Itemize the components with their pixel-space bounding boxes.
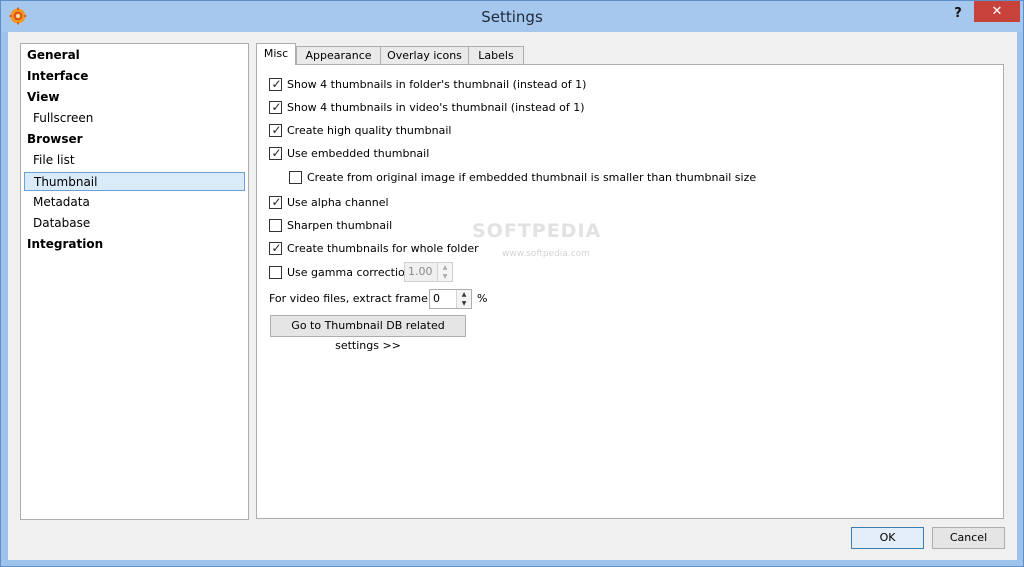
tab-misc[interactable]: Misc <box>256 43 296 65</box>
option-label: Show 4 thumbnails in folder's thumbnail … <box>287 78 587 91</box>
ok-button[interactable]: OK <box>851 527 924 549</box>
checkbox[interactable] <box>269 266 282 279</box>
gamma-value: 1.00 <box>408 265 433 278</box>
close-icon: ✕ <box>991 4 1003 19</box>
checkbox[interactable]: ✓ <box>269 241 282 255</box>
option-label: Use embedded thumbnail <box>287 147 430 160</box>
checkmark-icon: ✓ <box>271 195 282 209</box>
help-button[interactable]: ? <box>945 3 971 25</box>
nav-item-interface[interactable]: Interface <box>27 67 88 86</box>
window-title: Settings <box>481 8 543 26</box>
misc-tab-panel: SOFTPEDIA www.softpedia.com ✓ Show 4 thu… <box>256 64 1004 519</box>
spin-up-icon: ▲ <box>442 264 448 271</box>
nav-item-general[interactable]: General <box>27 46 80 65</box>
title-bar[interactable]: Settings ? ✕ <box>1 1 1023 32</box>
option-label: Show 4 thumbnails in video's thumbnail (… <box>287 101 585 114</box>
nav-item-metadata[interactable]: Metadata <box>33 193 90 212</box>
nav-item-integration[interactable]: Integration <box>27 235 103 254</box>
option-label: Create from original image if embedded t… <box>307 171 757 184</box>
checkmark-icon: ✓ <box>271 77 282 91</box>
tab-appearance[interactable]: Appearance <box>296 46 381 65</box>
cancel-button[interactable]: Cancel <box>932 527 1005 549</box>
checkbox[interactable]: ✓ <box>269 146 282 160</box>
option-label: Create thumbnails for whole folder <box>287 242 479 255</box>
nav-item-view[interactable]: View <box>27 88 59 107</box>
nav-item-browser[interactable]: Browser <box>27 130 83 149</box>
nav-item-fullscreen[interactable]: Fullscreen <box>33 109 93 128</box>
settings-window: Settings ? ✕ General Interface View Full… <box>0 0 1024 567</box>
settings-category-tree[interactable]: General Interface View Fullscreen Browse… <box>20 43 249 520</box>
tab-labels[interactable]: Labels <box>468 46 524 65</box>
spin-down-icon: ▼ <box>442 273 448 280</box>
video-frame-spinbox[interactable]: 0 ▲ ▼ <box>429 289 472 309</box>
goto-thumbnail-db-button[interactable]: Go to Thumbnail DB related settings >> <box>270 315 466 352</box>
option-label: Use gamma correction <box>287 266 412 279</box>
option-label: Sharpen thumbnail <box>287 219 393 232</box>
checkmark-icon: ✓ <box>271 241 282 255</box>
close-button[interactable]: ✕ <box>974 1 1020 22</box>
watermark-url: www.softpedia.com <box>502 249 590 259</box>
spin-up-icon[interactable]: ▲ <box>457 290 471 299</box>
gamma-spinbox: 1.00 ▲ ▼ <box>404 262 453 282</box>
gamma-spin-arrows: ▲ ▼ <box>437 263 452 281</box>
video-frame-unit: % <box>477 292 488 305</box>
checkbox[interactable] <box>289 171 302 184</box>
checkmark-icon: ✓ <box>271 100 282 114</box>
nav-item-thumbnail[interactable]: Thumbnail <box>24 172 245 191</box>
checkbox[interactable]: ✓ <box>269 77 282 91</box>
checkbox[interactable] <box>269 219 282 232</box>
tab-overlay-icons[interactable]: Overlay icons <box>380 46 469 65</box>
nav-item-database[interactable]: Database <box>33 214 90 233</box>
checkbox[interactable]: ✓ <box>269 100 282 114</box>
nav-item-file-list[interactable]: File list <box>33 151 75 170</box>
watermark-text: SOFTPEDIA <box>472 220 602 242</box>
video-frame-label: For video files, extract frame at <box>269 292 443 305</box>
checkbox[interactable]: ✓ <box>269 195 282 209</box>
spin-down-icon[interactable]: ▼ <box>457 299 471 308</box>
checkbox[interactable]: ✓ <box>269 123 282 137</box>
option-label: Create high quality thumbnail <box>287 124 452 137</box>
checkmark-icon: ✓ <box>271 146 282 160</box>
checkmark-icon: ✓ <box>271 123 282 137</box>
dialog-body: General Interface View Fullscreen Browse… <box>8 32 1017 560</box>
option-label: Use alpha channel <box>287 196 389 209</box>
video-frame-value[interactable]: 0 <box>433 290 440 308</box>
video-frame-spin-arrows[interactable]: ▲ ▼ <box>456 290 471 308</box>
